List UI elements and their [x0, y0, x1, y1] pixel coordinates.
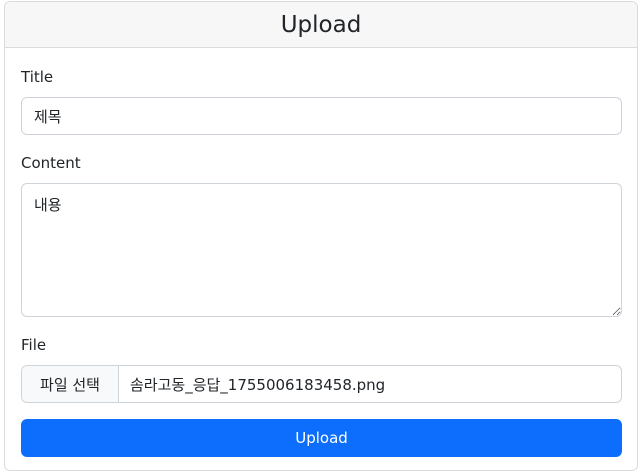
file-input[interactable]: 파일 선택 솜라고동_응답_1755006183458.png [21, 365, 622, 403]
content-textarea[interactable]: 내용 [21, 183, 622, 317]
upload-button[interactable]: Upload [21, 419, 622, 457]
file-label: File [21, 336, 47, 354]
upload-form: Title Content 내용 File 파일 선택 솜라고동_응답_1755… [5, 67, 637, 457]
content-label: Content [21, 154, 81, 172]
choose-file-button[interactable]: 파일 선택 [22, 366, 119, 402]
title-input[interactable] [21, 97, 622, 135]
selected-file-name: 솜라고동_응답_1755006183458.png [130, 375, 386, 394]
upload-card: Upload Title Content 내용 File 파일 선택 솜라고동_… [4, 1, 638, 471]
page-title: Upload [280, 11, 362, 38]
title-label: Title [21, 68, 54, 86]
card-header: Upload [5, 2, 637, 48]
